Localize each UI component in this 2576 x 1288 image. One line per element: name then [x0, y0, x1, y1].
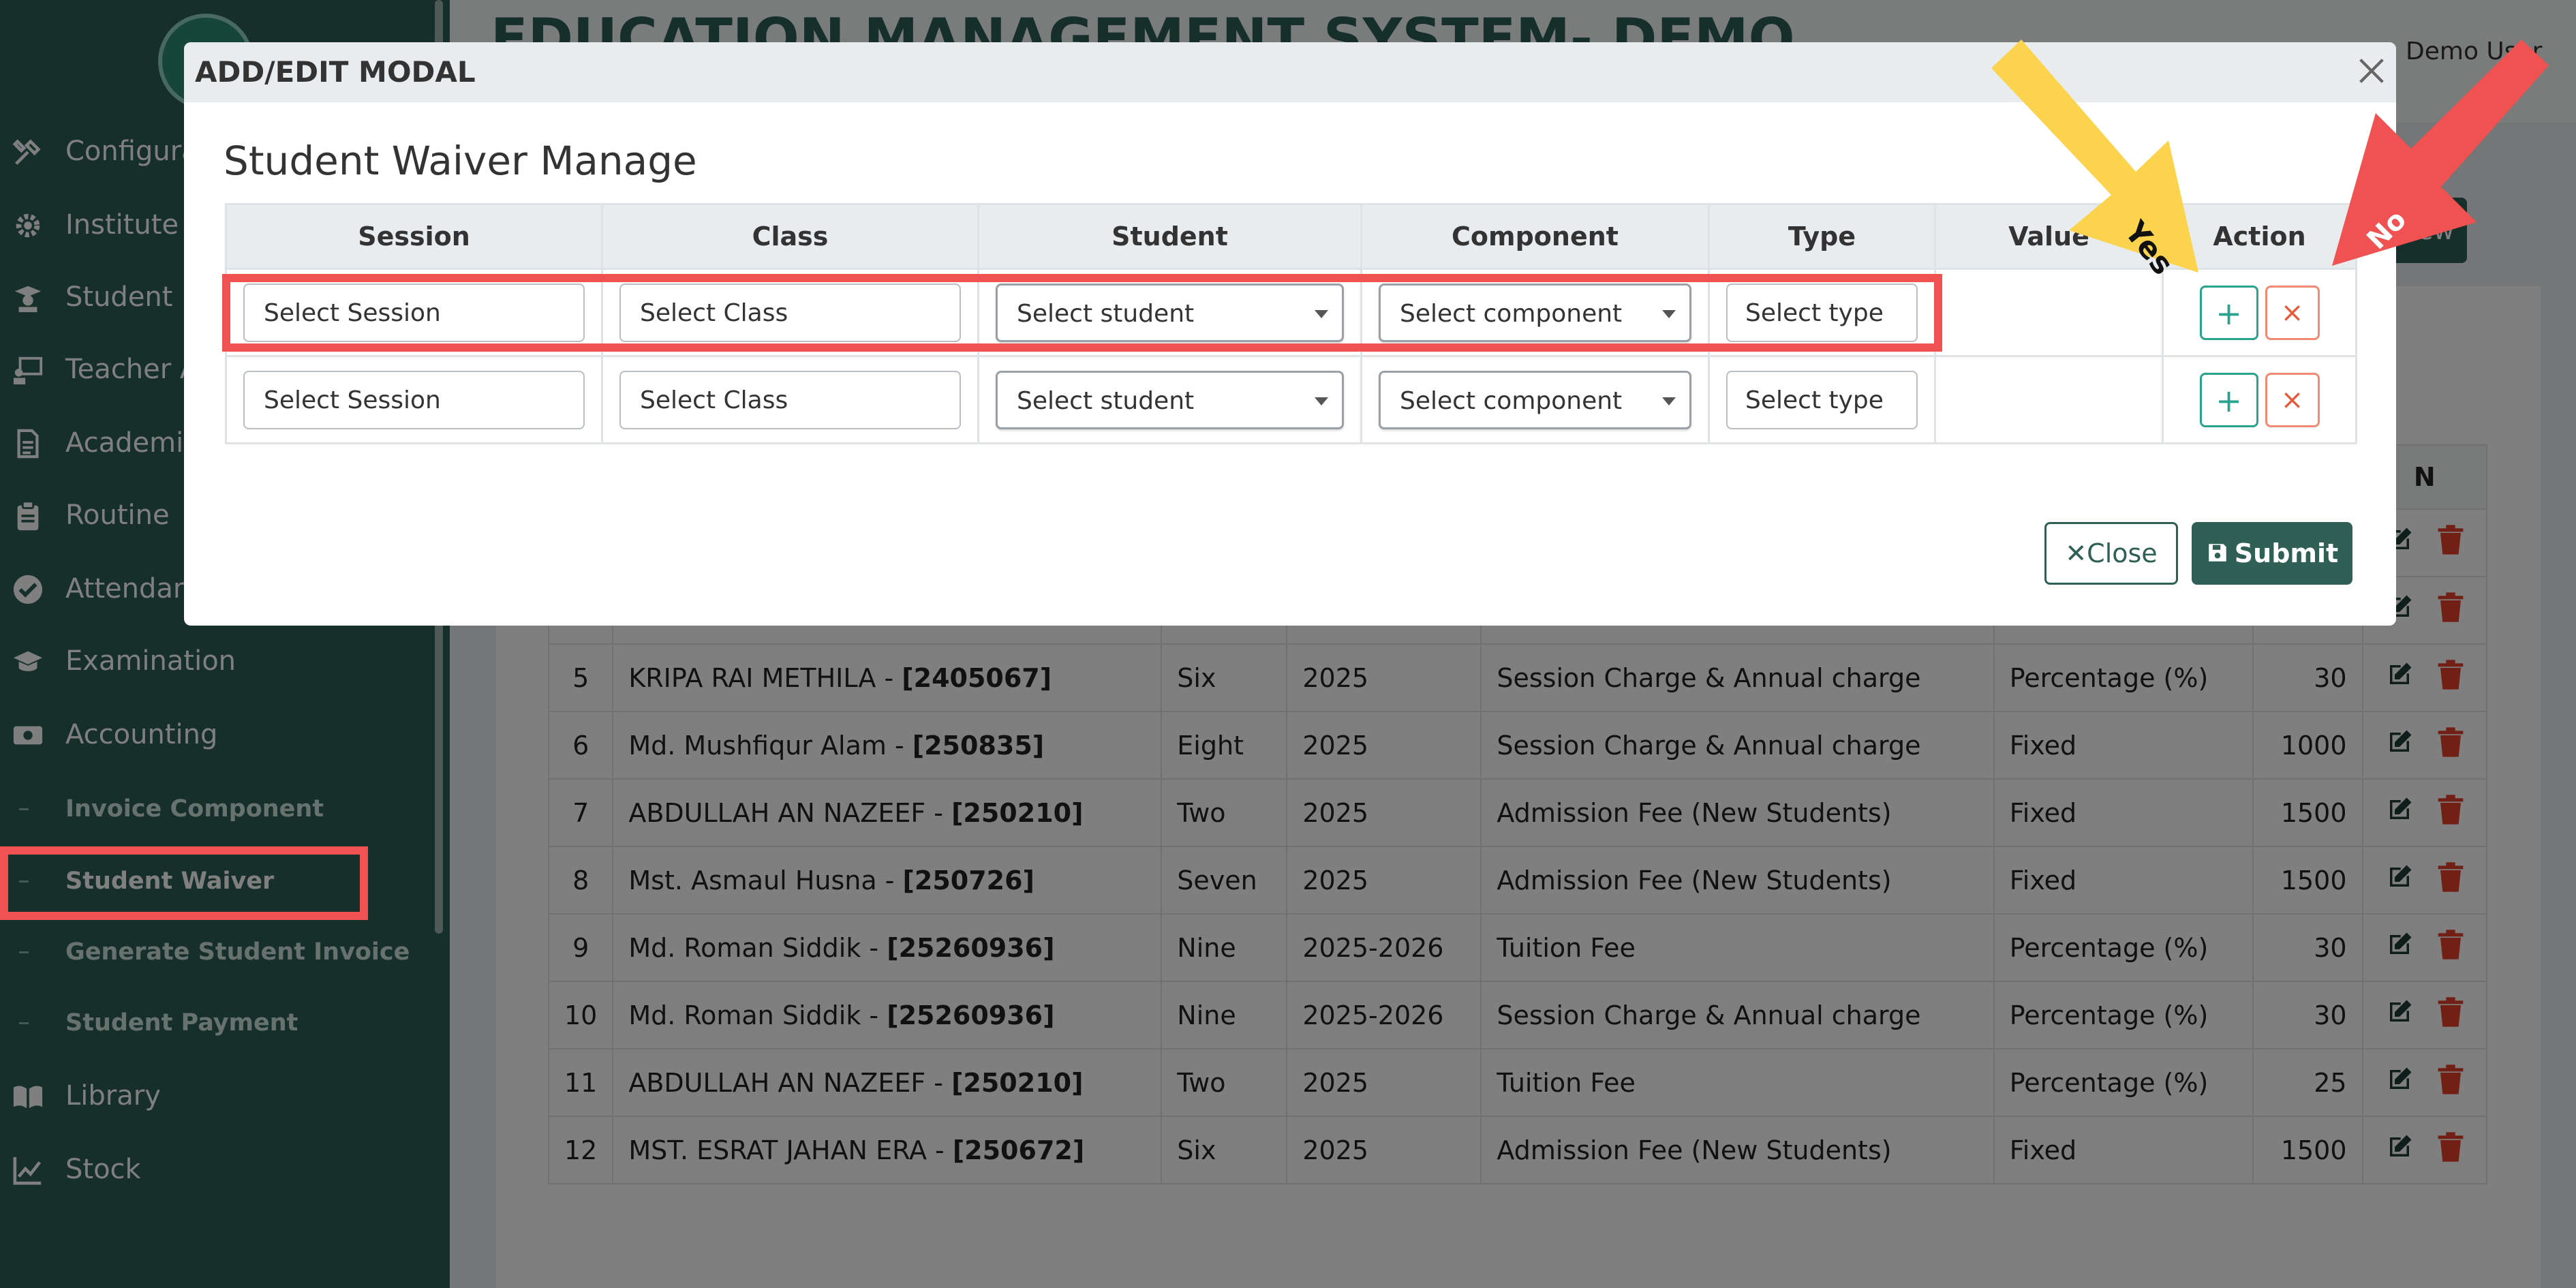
class-cell: Select Class	[601, 355, 979, 444]
type-cell: Select type	[1708, 355, 1936, 444]
session-field[interactable]: Select Session	[243, 370, 585, 429]
column-header: Class	[601, 203, 979, 270]
remove-row-button[interactable]: ×	[2265, 285, 2320, 340]
form-row: Select Session Select Class Select student…	[225, 355, 2357, 444]
highlight-student-waiver	[0, 846, 368, 920]
submit-button[interactable]: Submit	[2192, 522, 2352, 585]
modal-title: ADD/EDIT MODAL	[195, 55, 476, 89]
add-row-button[interactable]: +	[2199, 372, 2258, 427]
no-arrow-icon: No	[2332, 40, 2549, 266]
yes-arrow-icon: Yes	[1991, 40, 2198, 281]
class-field[interactable]: Select Class	[619, 370, 961, 429]
close-button[interactable]: ✕Close	[2044, 522, 2178, 585]
section-title: Student Waiver Manage	[224, 138, 697, 184]
close-button-label: Close	[2087, 538, 2158, 568]
column-header: Component	[1360, 203, 1710, 270]
value-cell	[1934, 355, 2164, 444]
close-icon: ✕	[2065, 538, 2087, 568]
add-row-button[interactable]: +	[2199, 285, 2258, 340]
component-select[interactable]: Select component	[1379, 370, 1691, 429]
column-header: Session	[225, 203, 603, 270]
action-cell: + ×	[2162, 355, 2357, 444]
submit-button-label: Submit	[2234, 538, 2339, 568]
value-cell	[1934, 268, 2164, 357]
remove-row-button[interactable]: ×	[2265, 372, 2320, 427]
action-cell: + ×	[2162, 268, 2357, 357]
session-cell: Select Session	[225, 355, 603, 444]
column-header: Student	[977, 203, 1362, 270]
save-icon	[2206, 524, 2229, 587]
highlight-first-row	[222, 274, 1942, 352]
student-select[interactable]: Select student	[996, 370, 1344, 429]
student-cell: Select student	[977, 355, 1362, 444]
column-header: Type	[1708, 203, 1936, 270]
type-field[interactable]: Select type	[1726, 370, 1918, 429]
component-cell: Select component	[1360, 355, 1710, 444]
